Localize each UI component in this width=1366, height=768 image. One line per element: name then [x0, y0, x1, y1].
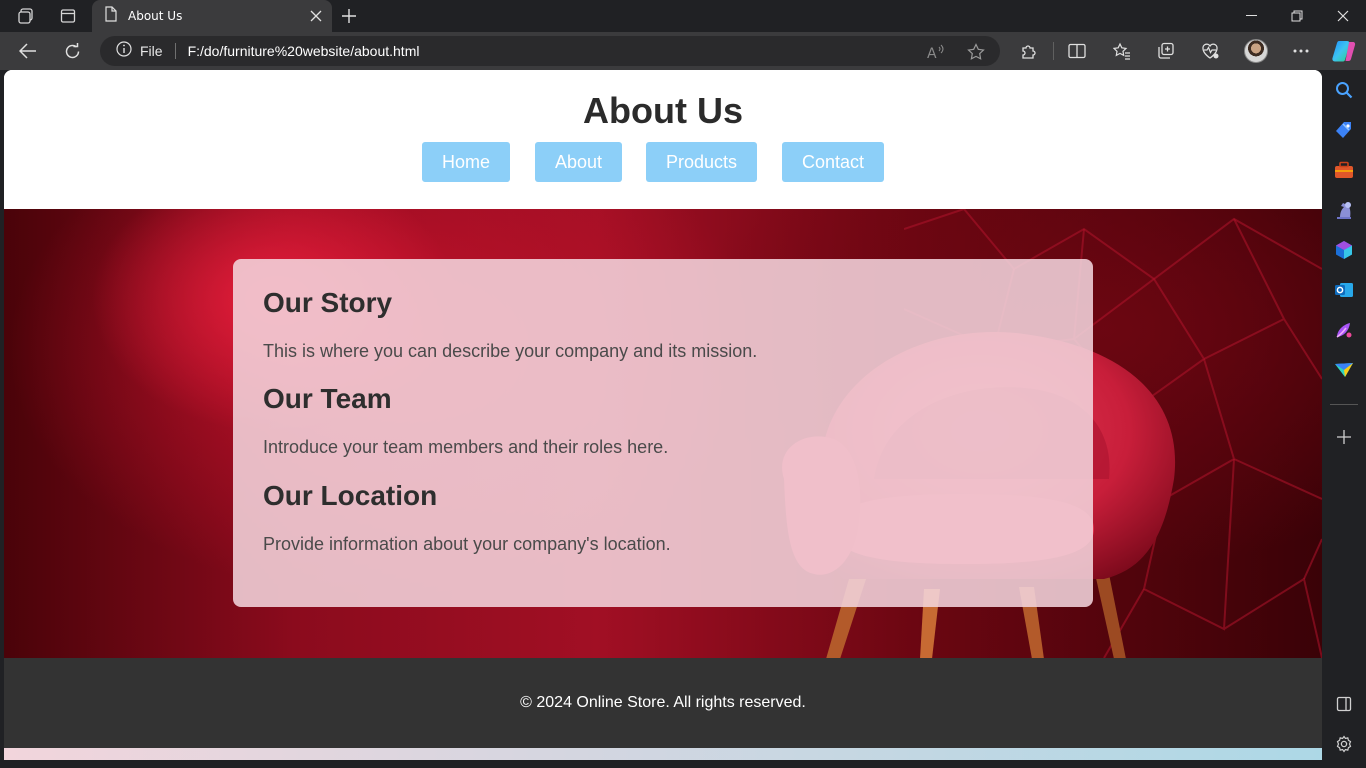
profile-avatar[interactable] [1244, 39, 1268, 63]
page-viewport: About Us Home About Products Contact Our… [4, 70, 1322, 760]
workspaces-icon[interactable] [13, 4, 39, 28]
search-icon[interactable] [1332, 78, 1356, 102]
tab-bar: About Us [0, 0, 1366, 32]
extensions-icon[interactable] [1014, 37, 1044, 65]
tab-actions-icon[interactable] [55, 4, 81, 28]
site-header: About Us Home About Products Contact [4, 70, 1322, 209]
restore-icon[interactable] [1274, 0, 1320, 32]
page-title: About Us [583, 90, 743, 131]
info-icon[interactable] [116, 40, 132, 62]
browser-toolbar: File F:/do/furniture%20website/about.htm… [0, 32, 1366, 70]
our-location-section: Our Location Provide information about y… [263, 480, 671, 569]
new-tab-icon[interactable] [337, 4, 361, 28]
shopping-icon[interactable] [1332, 118, 1356, 142]
nav-products-link[interactable]: Products [646, 142, 757, 182]
section-heading: Our Location [263, 480, 438, 511]
section-heading: Our Story [263, 287, 393, 318]
nav-about-link[interactable]: About [535, 142, 622, 182]
toolbar-divider [1053, 42, 1054, 60]
nav-home-link[interactable]: Home [422, 142, 510, 182]
outlook-icon[interactable] [1332, 278, 1356, 302]
favorite-star-icon[interactable] [966, 43, 986, 61]
back-icon[interactable] [13, 37, 43, 65]
copilot-icon[interactable] [1329, 37, 1359, 65]
close-window-icon[interactable] [1320, 0, 1366, 32]
address-url[interactable]: F:/do/furniture%20website/about.html [188, 43, 420, 59]
main-nav: Home About Products Contact [4, 142, 1322, 182]
browser-essentials-icon[interactable] [1195, 37, 1225, 65]
page-bottom-strip [4, 748, 1322, 760]
collections-icon[interactable] [1151, 37, 1181, 65]
more-icon[interactable] [1286, 37, 1316, 65]
split-screen-icon[interactable] [1062, 37, 1092, 65]
refresh-icon[interactable] [57, 37, 87, 65]
address-divider [174, 43, 176, 59]
about-content-card: Our Story This is where you can describe… [233, 259, 1093, 607]
designer-icon[interactable] [1332, 318, 1356, 342]
copyright-text: © 2024 Online Store. All rights reserved… [520, 694, 806, 711]
page-icon [104, 5, 118, 27]
section-text: Provide information about your company's… [263, 534, 671, 554]
active-tab[interactable]: About Us [92, 0, 332, 32]
read-aloud-icon[interactable]: A [926, 43, 946, 61]
our-story-section: Our Story This is where you can describe… [263, 287, 757, 376]
site-footer: © 2024 Online Store. All rights reserved… [4, 658, 1322, 748]
section-heading: Our Team [263, 383, 392, 414]
hero-section: Our Story This is where you can describe… [4, 209, 1322, 658]
tab-title: About Us [128, 9, 183, 23]
address-bar[interactable]: File F:/do/furniture%20website/about.htm… [100, 36, 1000, 66]
sidebar-divider [1330, 404, 1358, 405]
hide-sidebar-icon[interactable] [1332, 692, 1356, 716]
drop-icon[interactable] [1332, 358, 1356, 382]
add-icon[interactable] [1332, 425, 1356, 449]
minimize-icon[interactable] [1228, 0, 1274, 32]
m365-icon[interactable] [1332, 238, 1356, 262]
settings-icon[interactable] [1332, 732, 1356, 756]
section-text: This is where you can describe your comp… [263, 341, 758, 361]
close-icon[interactable] [304, 4, 328, 28]
our-team-section: Our Team Introduce your team members and… [263, 383, 668, 472]
address-scheme: File [140, 43, 163, 59]
favorites-icon[interactable] [1107, 37, 1137, 65]
tools-icon[interactable] [1332, 158, 1356, 182]
games-icon[interactable] [1332, 198, 1356, 222]
nav-contact-link[interactable]: Contact [782, 142, 884, 182]
svg-text:A: A [927, 46, 937, 60]
edge-sidebar [1322, 70, 1366, 768]
section-text: Introduce your team members and their ro… [263, 437, 669, 457]
